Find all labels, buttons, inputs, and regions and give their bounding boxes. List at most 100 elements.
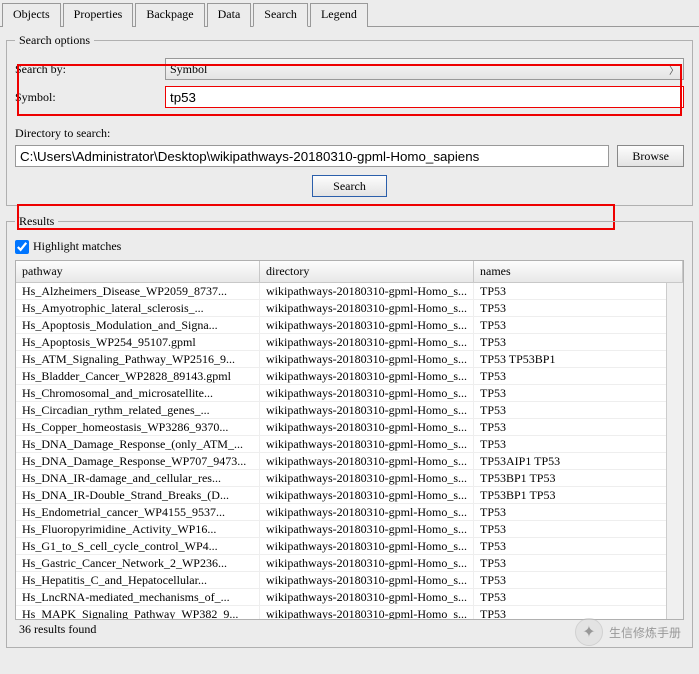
cell-names: TP53AIP1 TP53 bbox=[474, 453, 683, 469]
table-row[interactable]: Hs_DNA_Damage_Response_WP707_9473...wiki… bbox=[16, 453, 683, 470]
cell-directory: wikipathways-20180310-gpml-Homo_s... bbox=[260, 453, 474, 469]
tab-data[interactable]: Data bbox=[207, 3, 252, 27]
cell-pathway: Hs_Alzheimers_Disease_WP2059_8737... bbox=[16, 283, 260, 299]
cell-directory: wikipathways-20180310-gpml-Homo_s... bbox=[260, 334, 474, 350]
tab-objects[interactable]: Objects bbox=[2, 3, 61, 27]
cell-pathway: Hs_DNA_Damage_Response_(only_ATM_... bbox=[16, 436, 260, 452]
search-by-select[interactable]: Symbol 〉 bbox=[165, 58, 684, 80]
scrollbar[interactable] bbox=[666, 283, 683, 619]
highlight-checkbox[interactable] bbox=[15, 240, 29, 254]
cell-directory: wikipathways-20180310-gpml-Homo_s... bbox=[260, 555, 474, 571]
cell-pathway: Hs_Hepatitis_C_and_Hepatocellular... bbox=[16, 572, 260, 588]
table-row[interactable]: Hs_Copper_homeostasis_WP3286_9370...wiki… bbox=[16, 419, 683, 436]
results-group: Results Highlight matches pathway direct… bbox=[6, 214, 693, 648]
cell-directory: wikipathways-20180310-gpml-Homo_s... bbox=[260, 402, 474, 418]
col-names[interactable]: names bbox=[474, 261, 683, 282]
cell-pathway: Hs_Fluoropyrimidine_Activity_WP16... bbox=[16, 521, 260, 537]
cell-pathway: Hs_Gastric_Cancer_Network_2_WP236... bbox=[16, 555, 260, 571]
table-row[interactable]: Hs_DNA_Damage_Response_(only_ATM_...wiki… bbox=[16, 436, 683, 453]
cell-names: TP53 bbox=[474, 317, 683, 333]
tab-bar: ObjectsPropertiesBackpageDataSearchLegen… bbox=[0, 0, 699, 26]
cell-directory: wikipathways-20180310-gpml-Homo_s... bbox=[260, 538, 474, 554]
cell-directory: wikipathways-20180310-gpml-Homo_s... bbox=[260, 436, 474, 452]
table-row[interactable]: Hs_DNA_IR-damage_and_cellular_res...wiki… bbox=[16, 470, 683, 487]
cell-pathway: Hs_Endometrial_cancer_WP4155_9537... bbox=[16, 504, 260, 520]
directory-label: Directory to search: bbox=[15, 126, 684, 141]
cell-names: TP53 bbox=[474, 555, 683, 571]
tab-backpage[interactable]: Backpage bbox=[135, 3, 204, 27]
cell-pathway: Hs_Apoptosis_WP254_95107.gpml bbox=[16, 334, 260, 350]
cell-directory: wikipathways-20180310-gpml-Homo_s... bbox=[260, 470, 474, 486]
search-by-label: Search by: bbox=[15, 62, 165, 77]
cell-pathway: Hs_Circadian_rythm_related_genes_... bbox=[16, 402, 260, 418]
cell-pathway: Hs_DNA_IR-damage_and_cellular_res... bbox=[16, 470, 260, 486]
table-row[interactable]: Hs_G1_to_S_cell_cycle_control_WP4...wiki… bbox=[16, 538, 683, 555]
cell-directory: wikipathways-20180310-gpml-Homo_s... bbox=[260, 487, 474, 503]
cell-pathway: Hs_G1_to_S_cell_cycle_control_WP4... bbox=[16, 538, 260, 554]
table-row[interactable]: Hs_Fluoropyrimidine_Activity_WP16...wiki… bbox=[16, 521, 683, 538]
cell-pathway: Hs_DNA_Damage_Response_WP707_9473... bbox=[16, 453, 260, 469]
cell-names: TP53 bbox=[474, 589, 683, 605]
col-pathway[interactable]: pathway bbox=[16, 261, 260, 282]
cell-directory: wikipathways-20180310-gpml-Homo_s... bbox=[260, 300, 474, 316]
symbol-label: Symbol: bbox=[15, 90, 165, 105]
table-row[interactable]: Hs_Circadian_rythm_related_genes_...wiki… bbox=[16, 402, 683, 419]
table-row[interactable]: Hs_Amyotrophic_lateral_sclerosis_...wiki… bbox=[16, 300, 683, 317]
tab-properties[interactable]: Properties bbox=[63, 3, 134, 27]
search-options-group: Search options Search by: Symbol 〉 Symbo… bbox=[6, 33, 693, 206]
col-directory[interactable]: directory bbox=[260, 261, 474, 282]
table-row[interactable]: Hs_Bladder_Cancer_WP2828_89143.gpmlwikip… bbox=[16, 368, 683, 385]
table-row[interactable]: Hs_Gastric_Cancer_Network_2_WP236...wiki… bbox=[16, 555, 683, 572]
cell-names: TP53 bbox=[474, 538, 683, 554]
browse-button[interactable]: Browse bbox=[617, 145, 684, 167]
table-row[interactable]: Hs_DNA_IR-Double_Strand_Breaks_(D...wiki… bbox=[16, 487, 683, 504]
cell-names: TP53 bbox=[474, 521, 683, 537]
tab-legend[interactable]: Legend bbox=[310, 3, 368, 27]
cell-pathway: Hs_Bladder_Cancer_WP2828_89143.gpml bbox=[16, 368, 260, 384]
cell-names: TP53BP1 TP53 bbox=[474, 487, 683, 503]
search-panel: Search options Search by: Symbol 〉 Symbo… bbox=[0, 26, 699, 662]
cell-directory: wikipathways-20180310-gpml-Homo_s... bbox=[260, 572, 474, 588]
cell-names: TP53 bbox=[474, 606, 683, 620]
cell-directory: wikipathways-20180310-gpml-Homo_s... bbox=[260, 317, 474, 333]
cell-pathway: Hs_LncRNA-mediated_mechanisms_of_... bbox=[16, 589, 260, 605]
cell-pathway: Hs_ATM_Signaling_Pathway_WP2516_9... bbox=[16, 351, 260, 367]
cell-names: TP53 bbox=[474, 572, 683, 588]
cell-names: TP53 bbox=[474, 385, 683, 401]
table-body: Hs_Alzheimers_Disease_WP2059_8737...wiki… bbox=[16, 283, 683, 620]
tab-search[interactable]: Search bbox=[253, 3, 308, 27]
cell-directory: wikipathways-20180310-gpml-Homo_s... bbox=[260, 368, 474, 384]
cell-names: TP53 bbox=[474, 419, 683, 435]
cell-pathway: Hs_MAPK_Signaling_Pathway_WP382_9... bbox=[16, 606, 260, 620]
table-row[interactable]: Hs_LncRNA-mediated_mechanisms_of_...wiki… bbox=[16, 589, 683, 606]
highlight-matches-row[interactable]: Highlight matches bbox=[15, 239, 684, 254]
cell-names: TP53BP1 TP53 bbox=[474, 470, 683, 486]
cell-directory: wikipathways-20180310-gpml-Homo_s... bbox=[260, 606, 474, 620]
table-row[interactable]: Hs_Apoptosis_Modulation_and_Signa...wiki… bbox=[16, 317, 683, 334]
cell-directory: wikipathways-20180310-gpml-Homo_s... bbox=[260, 589, 474, 605]
table-row[interactable]: Hs_Hepatitis_C_and_Hepatocellular...wiki… bbox=[16, 572, 683, 589]
table-row[interactable]: Hs_Chromosomal_and_microsatellite...wiki… bbox=[16, 385, 683, 402]
table-row[interactable]: Hs_Endometrial_cancer_WP4155_9537...wiki… bbox=[16, 504, 683, 521]
cell-directory: wikipathways-20180310-gpml-Homo_s... bbox=[260, 351, 474, 367]
cell-names: TP53 bbox=[474, 283, 683, 299]
search-options-legend: Search options bbox=[15, 33, 94, 48]
table-row[interactable]: Hs_Apoptosis_WP254_95107.gpmlwikipathway… bbox=[16, 334, 683, 351]
directory-input[interactable] bbox=[15, 145, 609, 167]
cell-pathway: Hs_DNA_IR-Double_Strand_Breaks_(D... bbox=[16, 487, 260, 503]
cell-names: TP53 bbox=[474, 504, 683, 520]
search-button[interactable]: Search bbox=[312, 175, 387, 197]
cell-pathway: Hs_Copper_homeostasis_WP3286_9370... bbox=[16, 419, 260, 435]
cell-names: TP53 bbox=[474, 368, 683, 384]
cell-names: TP53 bbox=[474, 436, 683, 452]
table-row[interactable]: Hs_Alzheimers_Disease_WP2059_8737...wiki… bbox=[16, 283, 683, 300]
results-legend: Results bbox=[15, 214, 58, 229]
table-row[interactable]: Hs_ATM_Signaling_Pathway_WP2516_9...wiki… bbox=[16, 351, 683, 368]
cell-pathway: Hs_Apoptosis_Modulation_and_Signa... bbox=[16, 317, 260, 333]
cell-directory: wikipathways-20180310-gpml-Homo_s... bbox=[260, 504, 474, 520]
search-by-value: Symbol bbox=[170, 62, 207, 77]
table-row[interactable]: Hs_MAPK_Signaling_Pathway_WP382_9...wiki… bbox=[16, 606, 683, 620]
symbol-input[interactable] bbox=[165, 86, 684, 108]
status-text: 36 results found bbox=[15, 620, 684, 639]
cell-names: TP53 bbox=[474, 334, 683, 350]
